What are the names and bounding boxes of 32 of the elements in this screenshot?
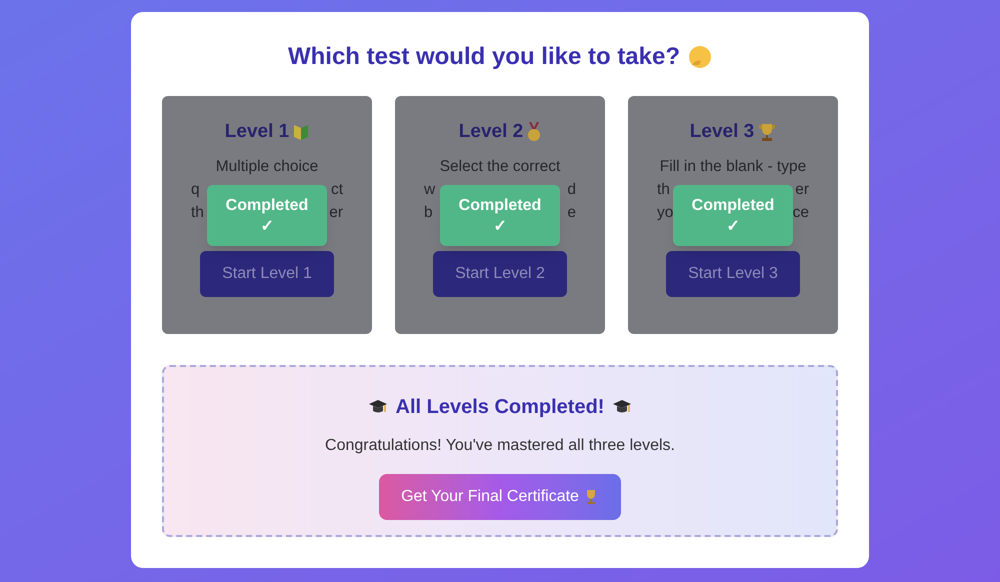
description-text: ce bbox=[792, 203, 809, 223]
description-text: Multiple choice bbox=[216, 157, 318, 177]
description-text: er bbox=[795, 180, 809, 200]
description-text: th bbox=[657, 180, 670, 200]
start-level-button[interactable]: Start Level 2 bbox=[433, 251, 567, 297]
congratulations-message: Congratulations! You've mastered all three levels. bbox=[325, 436, 675, 456]
description-text: er bbox=[329, 203, 343, 223]
description-text: ct bbox=[330, 180, 343, 200]
description-text: b bbox=[424, 203, 433, 223]
description-text: e bbox=[567, 203, 576, 223]
start-level-button[interactable]: Start Level 1 bbox=[200, 251, 334, 297]
trophy-icon bbox=[758, 122, 776, 142]
description-text: Fill in the blank - type bbox=[660, 157, 806, 177]
medal-icon bbox=[527, 122, 542, 142]
completion-title: All Levels Completed! bbox=[396, 395, 604, 420]
completed-badge: Completed ✓ bbox=[673, 185, 793, 246]
level-title: Level 2 bbox=[458, 120, 524, 144]
page-heading: Which test would you like to take? bbox=[288, 42, 680, 72]
description-text: d bbox=[567, 180, 576, 200]
completed-badge: Completed ✓ bbox=[207, 185, 327, 246]
completed-badge: Completed ✓ bbox=[440, 185, 560, 246]
description-text: w bbox=[424, 180, 436, 200]
start-level-button[interactable]: Start Level 3 bbox=[666, 251, 800, 297]
certificate-button[interactable]: Get Your Final Certificate bbox=[379, 474, 621, 520]
emoji-icon bbox=[688, 45, 712, 69]
description-text: yo bbox=[657, 203, 674, 223]
description-text: Select the correct bbox=[440, 157, 560, 177]
level-title: Level 1 bbox=[224, 120, 290, 144]
level-title: Level 3 bbox=[690, 120, 754, 144]
description-text: q bbox=[191, 180, 200, 200]
leaf-icon bbox=[293, 123, 310, 141]
description-text: th bbox=[191, 203, 204, 223]
